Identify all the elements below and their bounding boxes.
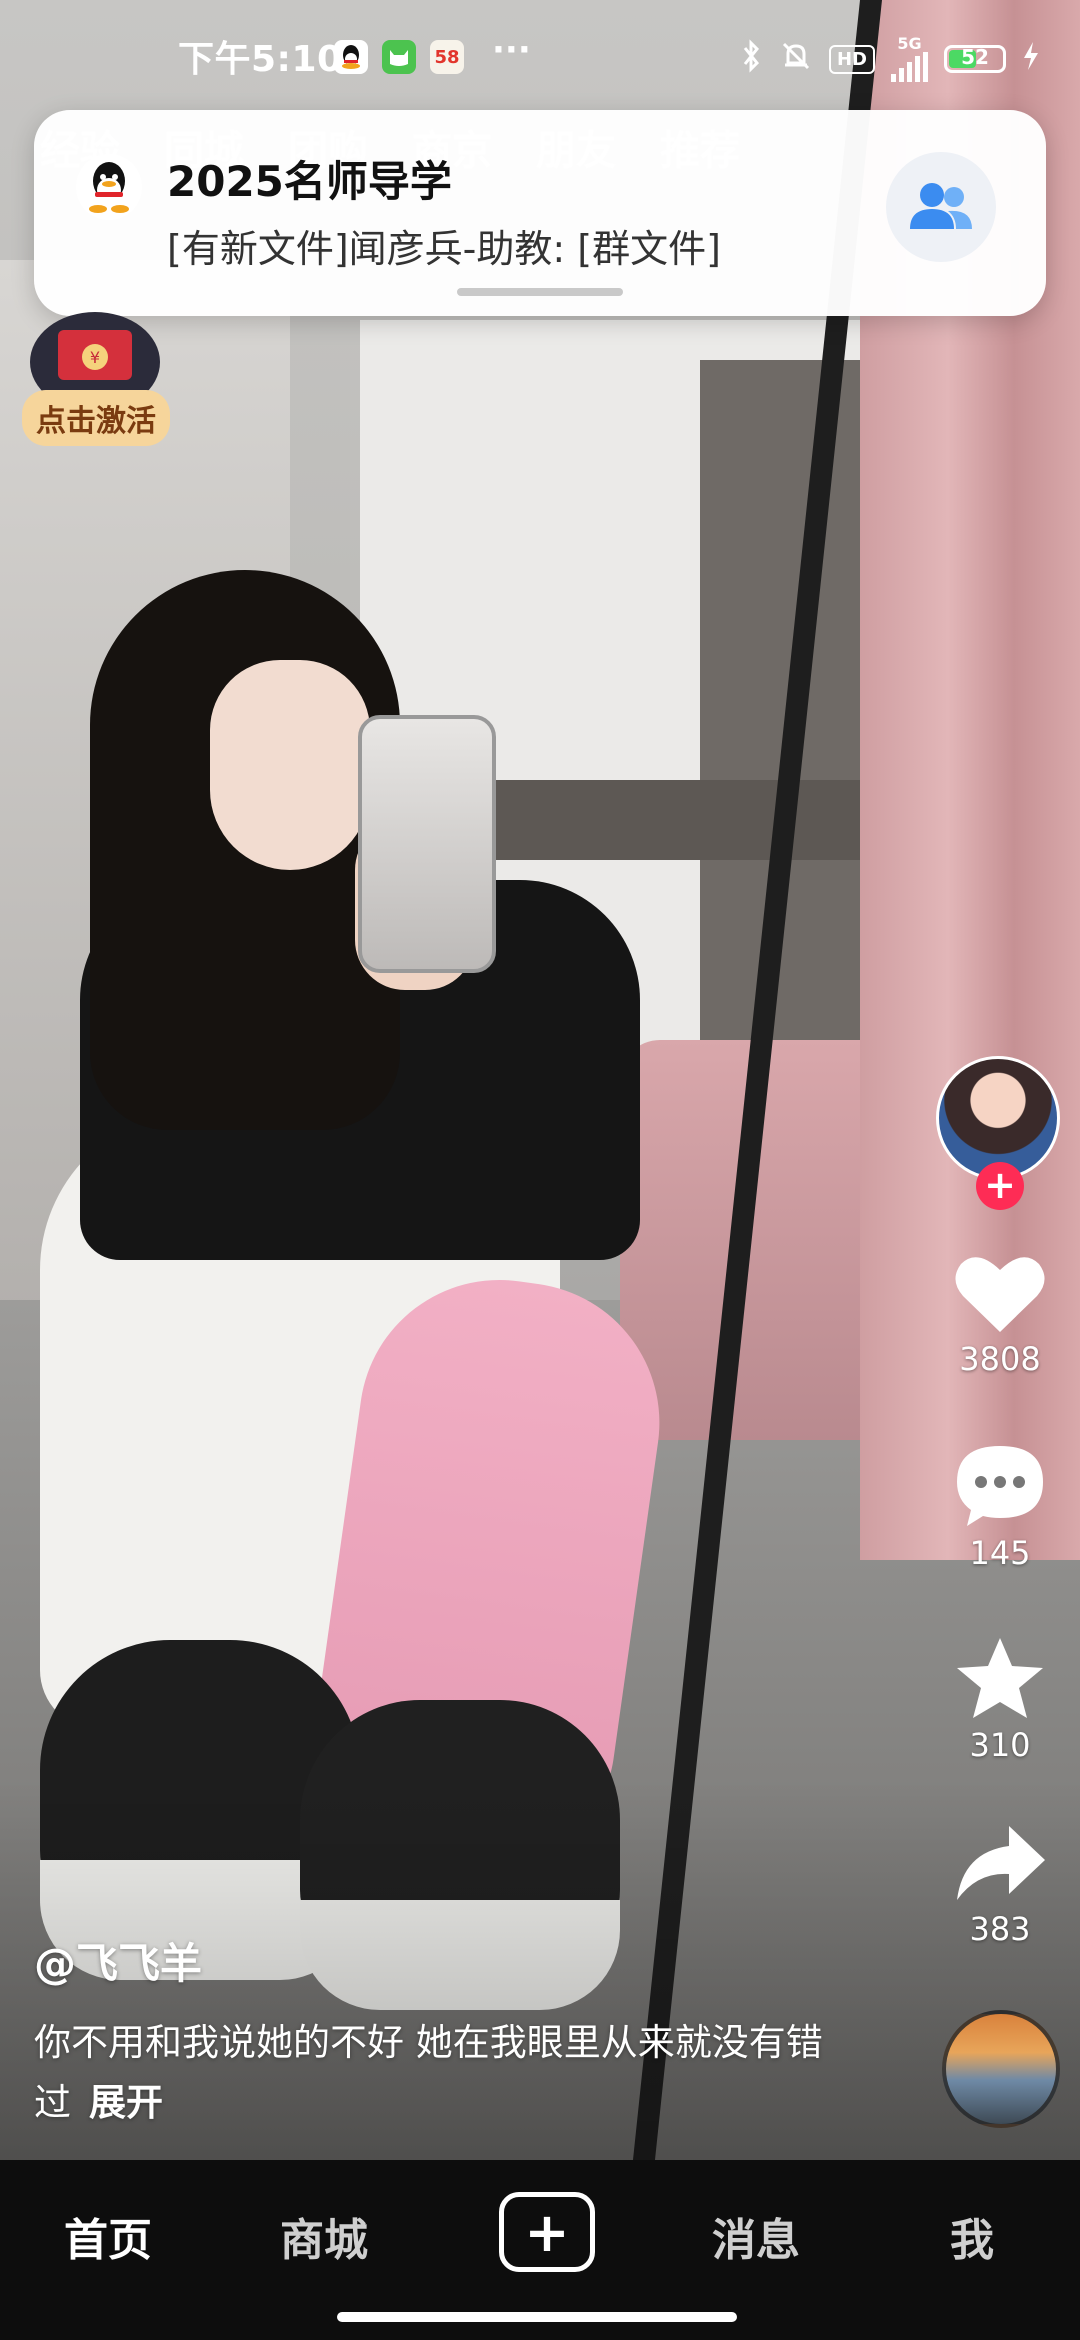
home-indicator[interactable] bbox=[337, 2312, 737, 2322]
tab-mall[interactable]: 商城 bbox=[280, 2204, 368, 2268]
charging-bolt-icon bbox=[1022, 41, 1040, 78]
star-icon bbox=[957, 1638, 1043, 1718]
hd-voice-badge: HD bbox=[828, 44, 875, 74]
video-caption: @飞飞羊 你不用和我说她的不好 她在我眼里从来就没有错过 展开 bbox=[34, 1930, 854, 2133]
app-58-label: 58 bbox=[434, 46, 460, 68]
like-button[interactable]: 3808 bbox=[920, 1252, 1080, 1378]
app-58-icon: 58 bbox=[430, 40, 464, 74]
like-count: 3808 bbox=[959, 1340, 1041, 1378]
battery-level: 52 bbox=[961, 45, 989, 69]
comment-button[interactable]: 145 bbox=[920, 1442, 1080, 1572]
screen: 下午5:10 58 ··· HD 5G 52 2025名师导学 [有新文件]闻彦… bbox=[0, 0, 1080, 2340]
heart-icon bbox=[955, 1257, 1045, 1332]
caption-text-block: 你不用和我说她的不好 她在我眼里从来就没有错过 展开 bbox=[34, 2013, 854, 2133]
favorite-button[interactable]: 310 bbox=[920, 1634, 1080, 1764]
status-time: 下午5:10 bbox=[178, 39, 343, 80]
qq-icon bbox=[334, 40, 368, 74]
person-face bbox=[210, 660, 370, 870]
author-avatar-wrapper[interactable]: + bbox=[936, 1056, 1064, 1210]
share-button[interactable]: 383 bbox=[920, 1822, 1080, 1948]
phone-in-hand bbox=[358, 715, 496, 973]
coin-icon: ¥ bbox=[82, 344, 108, 370]
action-rail: + 3808 145 310 383 bbox=[920, 1050, 1080, 2150]
notification-drag-handle[interactable] bbox=[457, 288, 623, 296]
activate-reward-badge[interactable]: ¥ 点击激活 bbox=[22, 312, 172, 446]
follow-button[interactable]: + bbox=[976, 1162, 1024, 1210]
author-name[interactable]: @飞飞羊 bbox=[34, 1930, 854, 1991]
status-bar: 下午5:10 58 ··· HD 5G 52 bbox=[0, 0, 1080, 110]
qq-app-icon bbox=[76, 154, 142, 220]
create-button[interactable]: + bbox=[499, 2192, 595, 2272]
status-right-group: HD 5G 52 bbox=[741, 36, 1040, 82]
network-type: 5G bbox=[897, 34, 922, 53]
bluetooth-icon bbox=[741, 38, 763, 80]
share-arrow-icon bbox=[957, 1826, 1045, 1900]
tab-messages[interactable]: 消息 bbox=[712, 2204, 800, 2268]
tab-me[interactable]: 我 bbox=[950, 2204, 994, 2268]
favorite-count: 310 bbox=[969, 1726, 1031, 1764]
mute-bell-icon bbox=[779, 39, 813, 80]
music-disc-icon[interactable] bbox=[942, 2010, 1060, 2128]
comment-count: 145 bbox=[969, 1534, 1031, 1572]
battery-icon: 52 bbox=[944, 45, 1006, 73]
signal-icon bbox=[891, 52, 928, 82]
group-chat-icon bbox=[886, 152, 996, 262]
cat-app-icon bbox=[382, 40, 416, 74]
tab-home[interactable]: 首页 bbox=[64, 2204, 152, 2268]
more-notifications-dots: ··· bbox=[492, 30, 531, 70]
activate-label: 点击激活 bbox=[22, 390, 170, 446]
notification-body: [有新文件]闻彦兵-助教: [群文件] bbox=[167, 227, 721, 271]
network-indicator: 5G bbox=[891, 36, 928, 82]
share-count: 383 bbox=[969, 1910, 1031, 1948]
expand-button[interactable]: 展开 bbox=[89, 2081, 163, 2124]
bottom-navigation: 首页 商城 + 消息 我 bbox=[0, 2160, 1080, 2340]
notification-banner[interactable]: 2025名师导学 [有新文件]闻彦兵-助教: [群文件] bbox=[34, 110, 1046, 316]
comment-icon bbox=[957, 1446, 1043, 1526]
notification-title: 2025名师导学 bbox=[167, 157, 452, 206]
